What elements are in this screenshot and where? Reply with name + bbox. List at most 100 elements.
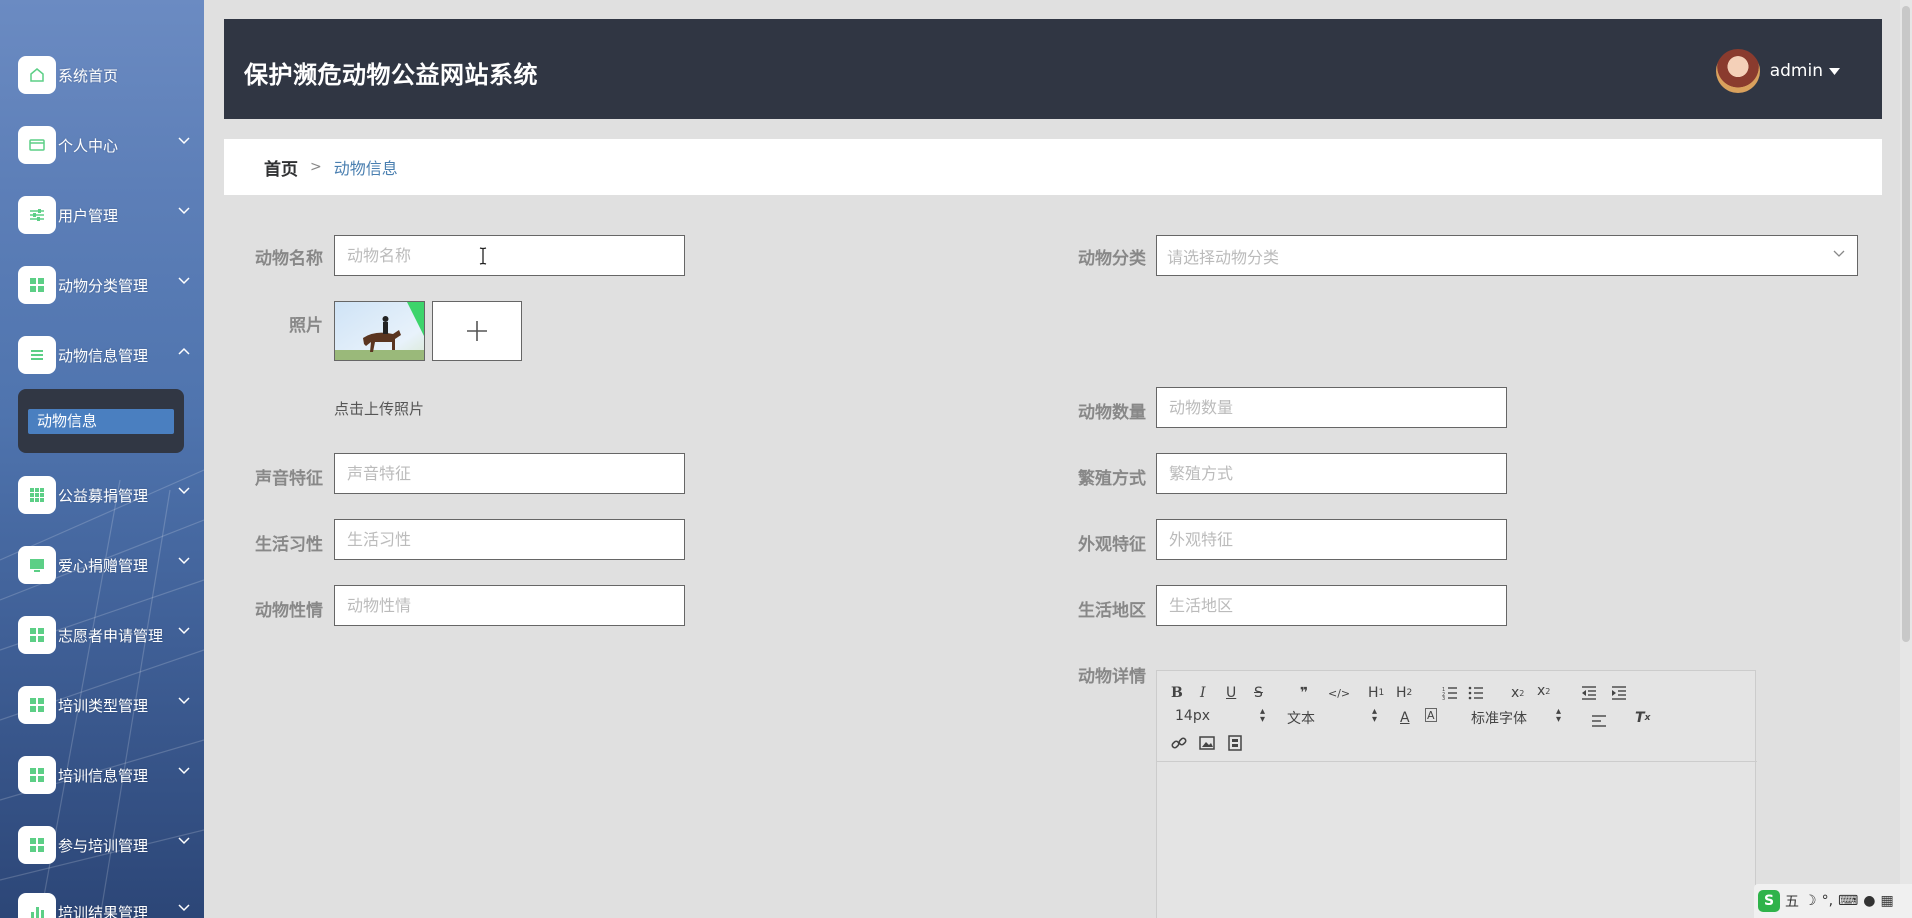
avatar [1715,49,1760,93]
animal-name-input[interactable] [334,235,685,276]
living-region-label: 生活地区 [1078,601,1146,621]
header-1-icon[interactable]: H1 [1368,683,1384,703]
clear-format-icon[interactable]: Tx [1635,708,1650,728]
animal-category-select[interactable]: 请选择动物分类 [1156,235,1858,276]
breeding-method-label: 繁殖方式 [1078,469,1146,489]
sidebar-item-label: 培训类型管理 [58,696,149,715]
sound-feature-label: 声音特征 [255,469,323,489]
sidebar-item-volunteer[interactable]: 志愿者申请管理 [18,615,198,655]
ime-toolbar: S 五 ☽ °, ⌨ ● ▦ [1754,884,1912,918]
sidebar-item-fundraising[interactable]: 公益募捐管理 [18,475,198,515]
editor-toolbar: B I U S ❞ </> H1 H2 123 x2 x2 14px ▴ ▾ 文本… [1157,671,1757,762]
table-icon [18,476,56,514]
sidebar-item-label: 爱心捐赠管理 [58,556,149,575]
sidebar-item-training-type[interactable]: 培训类型管理 [18,685,198,725]
chevron-down-icon [178,137,190,145]
upload-hint: 点击上传照片 [334,400,425,418]
living-region-input[interactable] [1156,585,1507,626]
breadcrumb-current: 动物信息 [333,159,398,178]
photo-label: 照片 [289,316,323,336]
sidebar-item-training-info[interactable]: 培训信息管理 [18,755,198,795]
animal-count-input[interactable] [1156,387,1507,428]
header-2-icon[interactable]: H2 [1396,683,1412,703]
caret-down-icon [1829,67,1840,75]
italic-icon[interactable]: I [1200,683,1206,703]
sidebar-item-home[interactable]: 系统首页 [18,55,198,95]
animal-category-label: 动物分类 [1078,249,1146,269]
page-scrollbar[interactable] [1900,0,1912,918]
font-family-select[interactable]: 标准字体 ▴ ▾ [1471,706,1561,728]
breeding-method-input[interactable] [1156,453,1507,494]
sidebar-subitem-animal-info[interactable]: 动物信息 [28,409,174,434]
sidebar-item-label: 用户管理 [58,206,119,225]
photo-thumbnail[interactable] [334,301,425,361]
link-icon[interactable] [1171,733,1187,753]
updown-icon: ▴ ▾ [1371,706,1377,725]
chevron-down-icon [1833,250,1845,257]
sidebar-item-label: 系统首页 [58,66,119,85]
punctuation-icon[interactable]: °, [1822,893,1833,909]
sidebar-item-animal-info[interactable]: 动物信息管理 [18,335,198,375]
home-icon [18,56,56,94]
user-icon[interactable]: ● [1863,893,1875,909]
font-color-icon[interactable]: A [1400,708,1410,728]
living-habits-input[interactable] [334,519,685,560]
strike-icon[interactable]: S [1254,683,1263,703]
sidebar-item-users[interactable]: 用户管理 [18,195,198,235]
indent-icon[interactable] [1611,683,1627,703]
upload-photo-button[interactable] [432,301,522,361]
user-menu[interactable]: admin [1715,49,1840,93]
chevron-down-icon [178,557,190,565]
sidebar-item-label: 公益募捐管理 [58,486,149,505]
animal-count-label: 动物数量 [1078,403,1146,423]
sidebar: 系统首页 个人中心 用户管理 动物分类管理 动物信息管理 动物信息 公益募捐管理… [0,0,204,918]
submenu: 动物信息 [18,389,184,453]
grid-menu-icon[interactable]: ▦ [1880,893,1893,909]
superscript-icon[interactable]: x2 [1537,681,1550,701]
sidebar-item-donation[interactable]: 爱心捐赠管理 [18,545,198,585]
appearance-label: 外观特征 [1078,535,1146,555]
sidebar-item-label: 参与培训管理 [58,836,149,855]
sidebar-item-training-join[interactable]: 参与培训管理 [18,825,198,865]
blockquote-icon[interactable]: ❞ [1300,683,1308,703]
horse-rider-image [335,302,424,360]
updown-icon: ▴ ▾ [1259,706,1265,725]
font-family-value: 标准字体 [1471,711,1527,727]
temperament-label: 动物性情 [255,601,323,621]
background-color-icon[interactable]: A [1425,708,1437,722]
top-header: 保护濒危动物公益网站系统 admin [224,19,1882,119]
font-size-select[interactable]: 14px ▴ ▾ [1175,706,1265,726]
sound-feature-input[interactable] [334,453,685,494]
scrollbar-thumb[interactable] [1902,6,1910,642]
sidebar-item-animal-category[interactable]: 动物分类管理 [18,265,198,305]
breadcrumb-separator: > [310,159,322,175]
bullet-list-icon[interactable] [1468,683,1484,703]
sidebar-item-training-result[interactable]: 培训结果管理 [18,892,198,918]
bold-icon[interactable]: B [1171,683,1183,703]
updown-icon: ▴ ▾ [1555,706,1561,725]
temperament-input[interactable] [334,585,685,626]
code-block-icon[interactable]: </> [1328,683,1350,703]
moon-icon[interactable]: ☽ [1804,893,1817,909]
grid-icon [18,686,56,724]
sogou-logo-icon[interactable]: S [1758,890,1780,912]
chevron-down-icon [178,837,190,845]
paragraph-select[interactable]: 文本 ▴ ▾ [1287,706,1377,728]
keyboard-icon[interactable]: ⌨ [1838,893,1858,909]
outdent-icon[interactable] [1581,683,1597,703]
image-icon[interactable] [1199,733,1215,753]
subscript-icon[interactable]: x2 [1511,683,1524,703]
video-icon[interactable] [1227,733,1243,753]
align-icon[interactable] [1591,711,1607,731]
list-icon [18,336,56,374]
monitor-icon [18,546,56,584]
ordered-list-icon[interactable]: 123 [1442,683,1458,703]
plus-icon [467,321,487,341]
ime-mode[interactable]: 五 [1785,891,1799,911]
sliders-icon [18,196,56,234]
breadcrumb-home[interactable]: 首页 [264,155,298,180]
underline-icon[interactable]: U [1226,683,1236,703]
sidebar-item-personal[interactable]: 个人中心 [18,125,198,165]
chevron-down-icon [178,767,190,775]
appearance-input[interactable] [1156,519,1507,560]
